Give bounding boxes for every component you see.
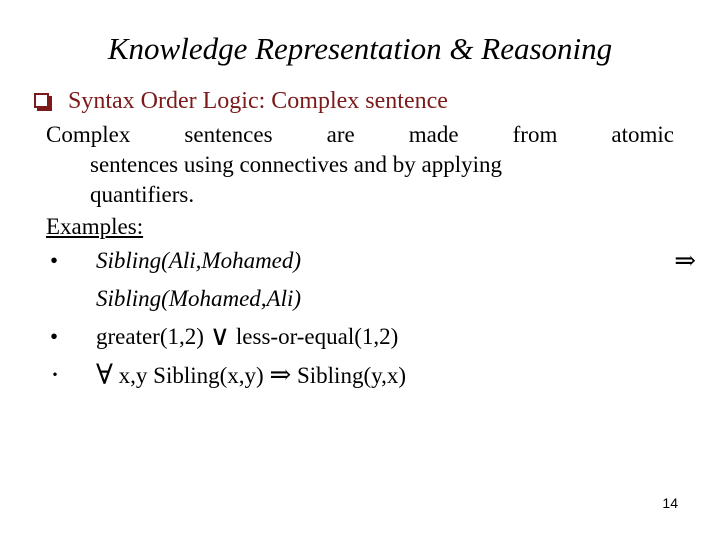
examples-label: Examples: <box>46 214 144 239</box>
example-1-predicate-right: Sibling(Mohamed,Ali) <box>96 286 302 311</box>
list-item: ∀ x,y Sibling(x,y) ⇒ Sibling(y,x) <box>22 356 698 395</box>
examples-list: Sibling(Ali,Mohamed) ⇒ Sibling(Mohamed,A… <box>22 242 698 395</box>
paragraph-word: are <box>326 122 355 147</box>
logical-or-symbol: ∨ <box>209 321 231 352</box>
paragraph-word: sentences <box>184 122 273 147</box>
page-number: 14 <box>662 495 678 511</box>
round-bullet-icon <box>50 242 58 280</box>
example-3-variables: x,y <box>118 363 148 388</box>
slide-canvas: Knowledge Representation & Reasoning Syn… <box>0 0 720 540</box>
section-heading: Syntax Order Logic: Complex sentence <box>22 86 698 116</box>
section-heading-label: Syntax Order Logic: Complex sentence <box>68 88 448 114</box>
example-3-term-left: Sibling(x,y) <box>153 363 264 388</box>
paragraph-word: made <box>408 122 459 147</box>
paragraph-word: atomic <box>611 122 674 147</box>
list-item: Sibling(Ali,Mohamed) ⇒ Sibling(Mohamed,A… <box>22 242 698 318</box>
for-all-symbol: ∀ <box>96 360 113 391</box>
page-title: Knowledge Representation & Reasoning <box>107 31 613 66</box>
definition-paragraph: Complex sentences are made from atomic s… <box>22 120 698 210</box>
example-1-line-1: Sibling(Ali,Mohamed) ⇒ <box>96 242 696 280</box>
hollow-square-bullet-icon <box>34 93 49 108</box>
list-item: greater(1,2) ∨ less-or-equal(1,2) <box>22 318 698 356</box>
paragraph-word: Complex <box>46 122 131 147</box>
implies-symbol: ⇒ <box>269 360 292 389</box>
example-2-line: greater(1,2) ∨ less-or-equal(1,2) <box>96 318 698 356</box>
implies-symbol: ⇒ <box>674 246 696 275</box>
paragraph-line-1: Complex sentences are made from atomic <box>22 120 674 150</box>
example-1-predicate-left: Sibling(Ali,Mohamed) <box>96 248 302 273</box>
round-bullet-icon <box>50 318 58 356</box>
paragraph-word: from <box>512 122 558 147</box>
paragraph-line-3: quantifiers. <box>90 182 195 207</box>
slide-body: Syntax Order Logic: Complex sentence Com… <box>22 86 698 395</box>
paragraph-line-2: sentences using connectives and by apply… <box>90 152 502 177</box>
example-2-term-left: greater(1,2) <box>96 324 204 349</box>
example-2-term-right: less-or-equal(1,2) <box>235 324 399 349</box>
small-dot-bullet-icon <box>50 356 60 396</box>
example-3-line: ∀ x,y Sibling(x,y) ⇒ Sibling(y,x) <box>96 356 698 395</box>
example-3-term-right: Sibling(y,x) <box>296 363 407 388</box>
